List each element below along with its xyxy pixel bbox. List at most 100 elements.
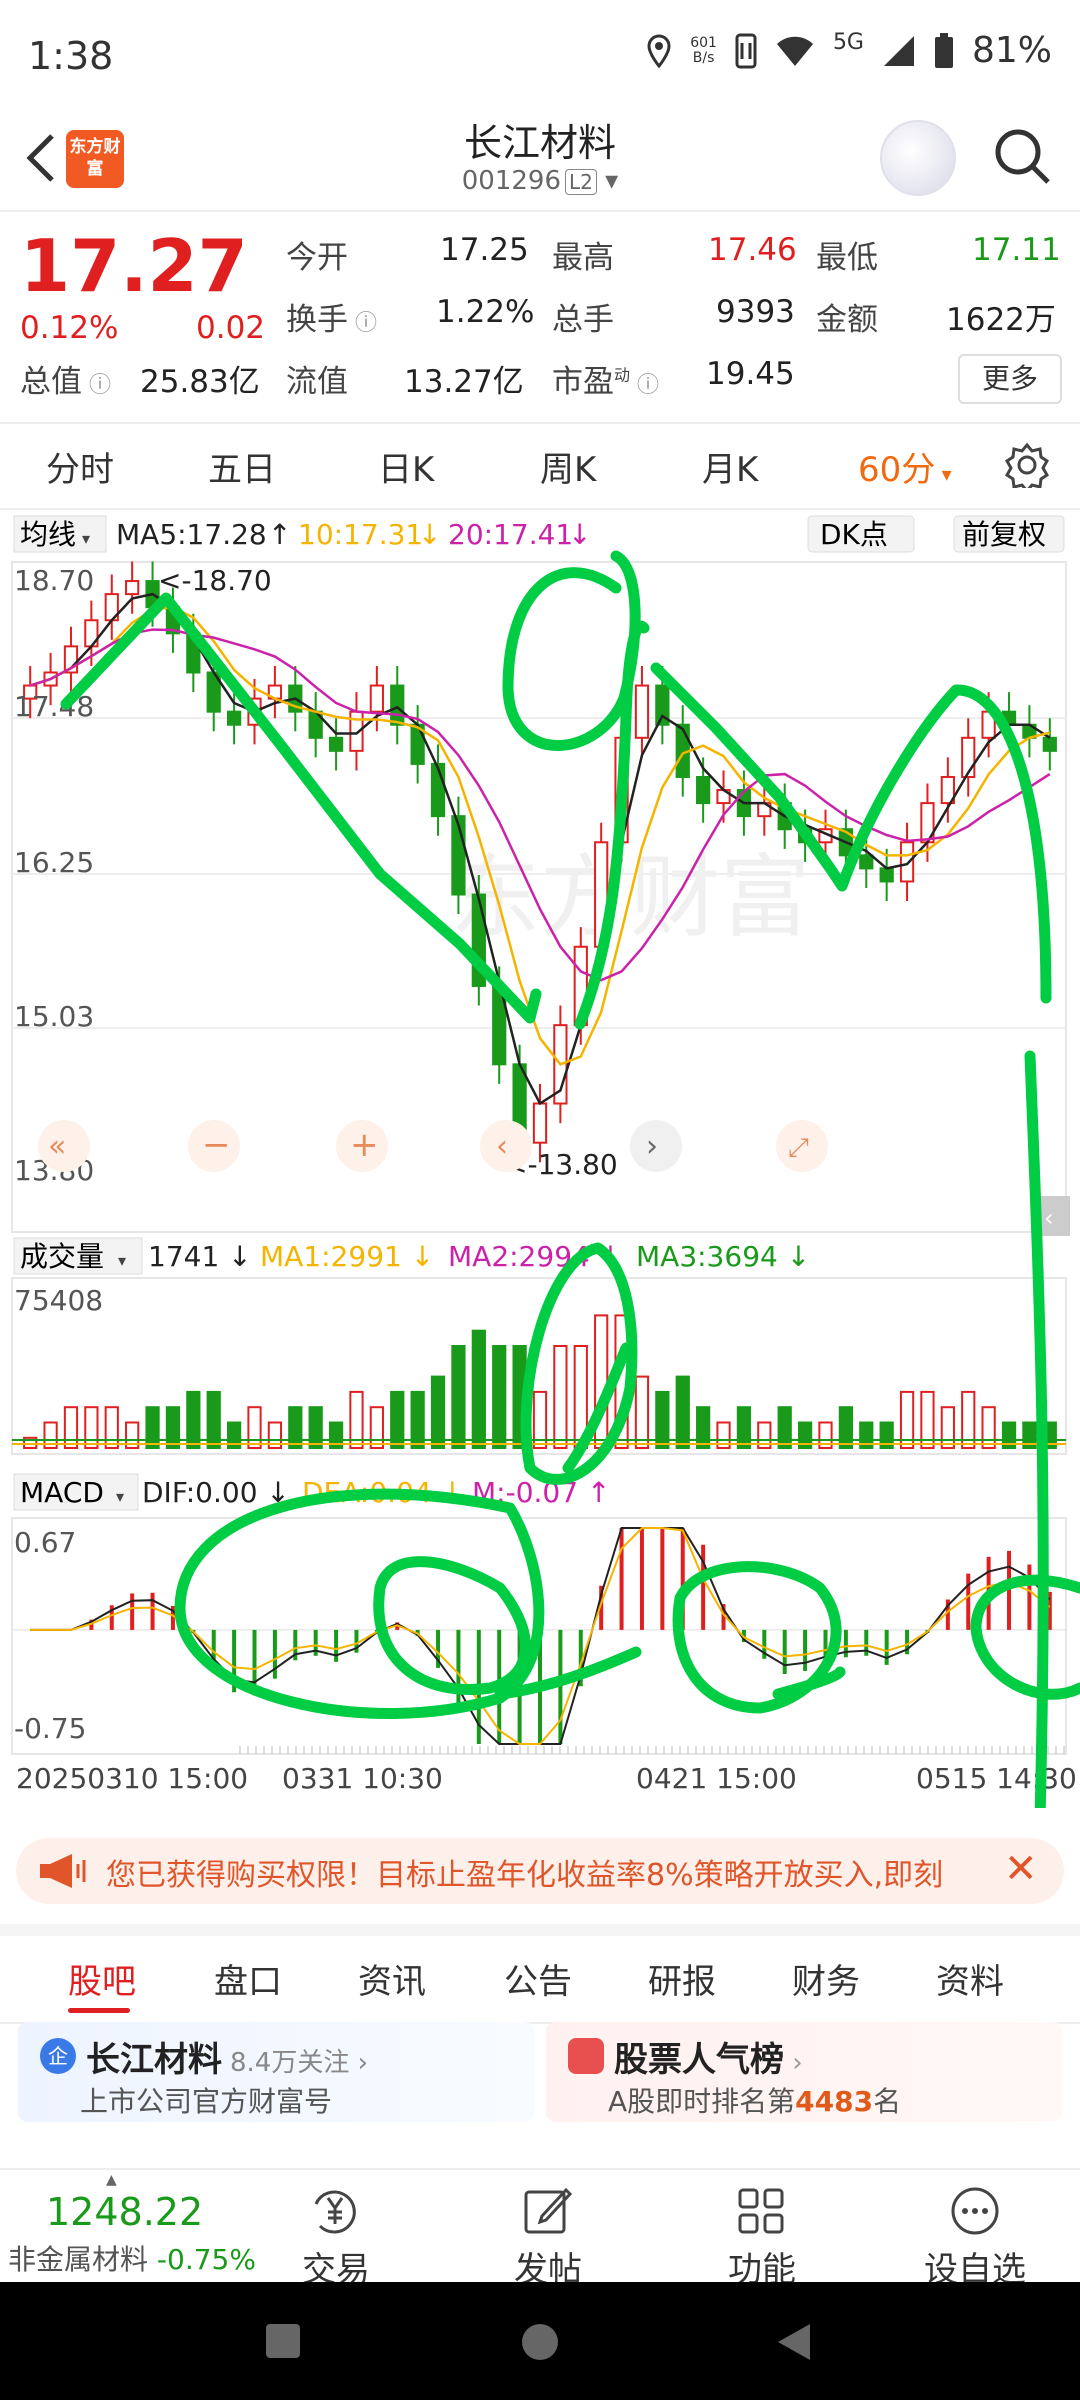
volume-bar — [981, 1406, 996, 1450]
tab-weekly-k[interactable]: 周K — [540, 442, 596, 491]
macd-selector-label[interactable]: MACD — [20, 1476, 104, 1509]
volume-bar — [308, 1406, 323, 1450]
status-icons: 601 B/s 5G 81% — [646, 30, 1052, 71]
tab-five-day[interactable]: 五日 — [208, 442, 276, 491]
date-label-4: 0515 14:30 — [916, 1762, 1077, 1795]
vol-value: 1741 ↓ — [148, 1240, 252, 1273]
candle — [1042, 736, 1057, 752]
kline-chart-svg[interactable]: 东方财富 均线 ▾ MA5:17.28 ↑ 10:17.31 ↓ 20:17.4… — [0, 508, 1080, 1824]
volume-bar — [838, 1406, 854, 1450]
content-tabs: 股吧 盘口 资讯 公告 研报 财务 资料 — [0, 1924, 1080, 2024]
vol-max-label: 75408 — [14, 1284, 103, 1317]
status-bar: 1:38 601 B/s 5G 81% — [0, 0, 1080, 110]
more-button[interactable]: 更多 — [958, 354, 1062, 404]
close-icon[interactable]: ✕ — [1004, 1846, 1038, 1892]
volume-bar — [288, 1406, 303, 1450]
volume-bar — [247, 1406, 262, 1450]
grid-functions-icon[interactable] — [734, 2184, 788, 2238]
ma5-arrow-icon: ↑ — [268, 518, 291, 551]
tab-profile[interactable]: 资料 — [936, 1954, 1004, 2003]
volume-bar — [675, 1375, 690, 1449]
volume-bar — [165, 1406, 181, 1450]
volume-selector-label[interactable]: 成交量 — [20, 1240, 104, 1273]
volume-bar — [736, 1406, 752, 1450]
volume-bar — [471, 1329, 486, 1450]
tab-announcements[interactable]: 公告 — [504, 1954, 572, 2003]
tab-daily-k[interactable]: 日K — [378, 442, 434, 491]
tab-60min[interactable]: 60分 ▾ — [858, 442, 952, 491]
edit-post-icon[interactable] — [520, 2184, 574, 2238]
volume-bar — [492, 1345, 507, 1449]
signal-icon — [883, 35, 914, 66]
home-icon[interactable] — [522, 2324, 558, 2360]
last-price: 17.27 — [20, 224, 248, 308]
promo-text[interactable]: 您已获得购买权限！目标止盈年化收益率8%策略开放买入,即刻 — [106, 1850, 986, 1894]
back-icon[interactable] — [776, 2322, 812, 2362]
selector-arrow-icon: ▾ — [118, 1251, 126, 1270]
more-dots-icon[interactable] — [948, 2184, 1002, 2238]
adjust-label[interactable]: 前复权 — [962, 518, 1046, 551]
tab-research[interactable]: 研报 — [648, 1954, 716, 2003]
y-label-high: 18.70 — [14, 564, 94, 597]
period-tabs: 分时 五日 日K 周K 月K 60分 ▾ — [0, 424, 1080, 510]
assistant-robot-icon[interactable] — [880, 120, 956, 196]
mcap-label[interactable]: 总值 ⓘ — [20, 356, 111, 401]
change-amount: 0.02 — [196, 310, 266, 346]
plus-icon: + — [350, 1125, 379, 1165]
volume-bar — [145, 1406, 160, 1450]
selector-arrow-icon: ▾ — [116, 1487, 124, 1506]
company-account-subtitle: 上市公司官方财富号 — [80, 2085, 333, 2118]
low-label: 最低 — [816, 240, 878, 276]
company-account-card[interactable]: 企 长江材料 8.4万关注 › 上市公司官方财富号 — [18, 2022, 534, 2122]
volume-bar — [84, 1406, 99, 1450]
selector-arrow-icon: ▾ — [82, 529, 90, 548]
chevron-down-icon: ▾ — [605, 166, 619, 196]
tab-news[interactable]: 资讯 — [358, 1954, 426, 2003]
search-icon[interactable] — [992, 126, 1052, 186]
gear-icon[interactable] — [1004, 442, 1050, 488]
tab-forum[interactable]: 股吧 — [68, 1954, 136, 2003]
tab-financials[interactable]: 财务 — [792, 1954, 860, 2003]
index-name: 非金属材料 -0.75% — [8, 2243, 256, 2276]
volume-value: 9393 — [716, 294, 795, 330]
dif-value: DIF:0.00 ↓ — [142, 1476, 290, 1509]
stock-header: 东方财富 长江材料 001296 L2 ▾ — [0, 110, 1080, 212]
ma-selector-label[interactable]: 均线 — [20, 518, 76, 551]
ranking-chart-icon — [568, 2038, 604, 2074]
tab-orderbook[interactable]: 盘口 — [214, 1954, 282, 2003]
float-value: 13.27亿 — [404, 364, 524, 400]
turnover-label[interactable]: 换手 ⓘ — [286, 294, 377, 339]
popularity-subtitle: A股即时排名第4483名 — [608, 2085, 902, 2118]
recent-apps-icon[interactable] — [266, 2324, 300, 2358]
volume-bar — [430, 1375, 446, 1449]
wifi-icon — [776, 36, 813, 66]
megaphone-icon — [40, 1854, 86, 1888]
promo-banner[interactable]: 您已获得购买权限！目标止盈年化收益率8%策略开放买入,即刻 ✕ — [16, 1838, 1064, 1904]
ma5-value: MA5:17.28 — [116, 518, 267, 551]
bottom-toolbar: ▲ 1248.22 非金属材料 -0.75% 交易 发帖 功能 设自选 — [0, 2168, 1080, 2290]
company-badge-icon: 企 — [40, 2038, 76, 2074]
popularity-card[interactable]: 股票人气榜 › A股即时排名第4483名 — [546, 2022, 1062, 2122]
tab-monthly-k[interactable]: 月K — [702, 442, 758, 491]
turnover-value: 1.22% — [436, 294, 535, 330]
system-nav-bar — [0, 2282, 1080, 2400]
kline-chart[interactable]: 东方财富 均线 ▾ MA5:17.28 ↑ 10:17.31 ↓ 20:17.4… — [0, 508, 1080, 1824]
y-label-4: 15.03 — [14, 1000, 94, 1033]
candle — [328, 736, 344, 752]
candle — [369, 684, 384, 713]
candle — [227, 710, 242, 726]
chevron-left-icon: ‹ — [1044, 1204, 1054, 1232]
macd-min-label: -0.75 — [14, 1712, 86, 1745]
candle — [390, 684, 405, 726]
vol-ma3: MA3:3694 ↓ — [636, 1240, 810, 1273]
pe-label[interactable]: 市盈动 ⓘ — [552, 356, 659, 401]
chart-controls: « − + ‹ › ⤢ — [38, 1120, 828, 1172]
high-value: 17.46 — [708, 232, 797, 268]
volume-label: 总手 — [552, 302, 614, 338]
tab-intraday[interactable]: 分时 — [46, 442, 114, 491]
yen-trade-icon[interactable] — [308, 2184, 362, 2238]
ma20-arrow-icon: ↓ — [568, 518, 591, 551]
macd-max-label: 0.67 — [14, 1526, 76, 1559]
dk-point-label[interactable]: DK点 — [820, 518, 888, 551]
dropdown-arrow-icon: ▾ — [935, 462, 952, 486]
